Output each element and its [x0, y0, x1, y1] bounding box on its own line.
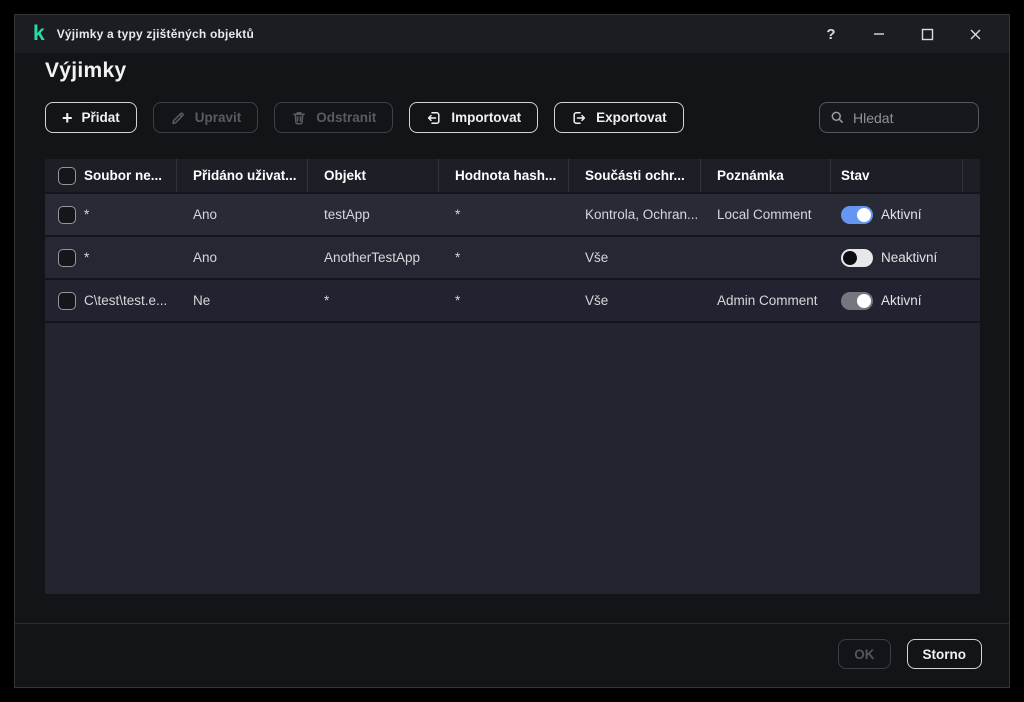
- trash-icon: [293, 111, 306, 124]
- close-icon: [970, 29, 980, 39]
- cell-hodnota: *: [455, 293, 461, 308]
- column-header-pridano: Přidáno uživat...: [177, 159, 308, 192]
- column-header-objekt: Objekt: [308, 159, 439, 192]
- import-button-label: Importovat: [451, 110, 522, 125]
- export-button[interactable]: Exportovat: [554, 102, 684, 133]
- table-row[interactable]: * Ano testApp * Kontrola, Ochran... Loca…: [45, 194, 980, 235]
- maximize-button[interactable]: [903, 15, 951, 53]
- column-header-soubor: Soubor ne...: [84, 168, 163, 183]
- status-toggle[interactable]: [841, 248, 873, 267]
- row-checkbox[interactable]: [58, 248, 76, 267]
- edit-button[interactable]: Upravit: [152, 102, 259, 133]
- title-bar: k Výjimky a typy zjištěných objektů ?: [15, 15, 1009, 53]
- footer-divider: [15, 623, 1009, 624]
- table-row[interactable]: C\test\test.e... Ne * * Vše Admin Commen…: [45, 280, 980, 321]
- help-icon: ?: [826, 25, 836, 43]
- column-header-hodnota: Hodnota hash...: [439, 159, 569, 192]
- table-header: Soubor ne... Přidáno uživat... Objekt Ho…: [45, 159, 980, 192]
- cell-soubor: *: [84, 250, 90, 265]
- cell-hodnota: *: [455, 207, 461, 222]
- edit-button-label: Upravit: [194, 110, 242, 125]
- page-title: Výjimky: [45, 59, 127, 82]
- window-title: Výjimky a typy zjištěných objektů: [56, 27, 255, 41]
- cell-objekt: AnotherTestApp: [324, 250, 421, 265]
- table-row[interactable]: * Ano AnotherTestApp * Vše Neaktivní: [45, 237, 980, 278]
- row-checkbox[interactable]: [58, 291, 76, 310]
- column-header-filler: [963, 159, 980, 192]
- toggle-knob: [857, 207, 871, 222]
- cell-poznamka: [701, 237, 831, 278]
- plus-icon: +: [62, 107, 73, 128]
- delete-button-label: Odstranit: [316, 110, 377, 125]
- cell-soubor: C\test\test.e...: [84, 293, 168, 308]
- minimize-button[interactable]: [855, 15, 903, 53]
- import-button[interactable]: Importovat: [409, 102, 539, 133]
- status-label: Aktivní: [881, 207, 922, 222]
- cell-poznamka: Admin Comment: [717, 293, 818, 308]
- minimize-icon: [874, 33, 884, 35]
- cell-pridano: Ne: [193, 293, 211, 308]
- column-header-poznamka: Poznámka: [701, 159, 831, 192]
- cell-hodnota: *: [455, 250, 461, 265]
- exceptions-table: Soubor ne... Přidáno uživat... Objekt Ho…: [45, 159, 980, 594]
- cell-pridano: Ano: [193, 250, 218, 265]
- cell-objekt: *: [324, 293, 330, 308]
- cell-soucasti: Vše: [585, 250, 609, 265]
- close-button[interactable]: [951, 15, 999, 53]
- search-box: [819, 102, 979, 133]
- ok-button[interactable]: OK: [838, 639, 891, 669]
- add-button[interactable]: + Přidat: [45, 102, 137, 133]
- status-label: Aktivní: [881, 293, 922, 308]
- cell-objekt: testApp: [324, 207, 370, 222]
- kaspersky-logo-icon: k: [33, 22, 45, 45]
- window-controls: ?: [807, 15, 999, 53]
- search-icon: [831, 111, 844, 124]
- row-checkbox[interactable]: [58, 205, 76, 224]
- cell-pridano: Ano: [193, 207, 218, 222]
- help-button[interactable]: ?: [807, 15, 855, 53]
- status-toggle[interactable]: [841, 291, 873, 310]
- cell-soucasti: Vše: [585, 293, 609, 308]
- select-all-checkbox[interactable]: [58, 166, 76, 185]
- cell-soucasti: Kontrola, Ochran...: [585, 207, 699, 222]
- add-button-label: Přidat: [81, 110, 120, 125]
- export-button-label: Exportovat: [596, 110, 667, 125]
- cell-soubor: *: [84, 207, 90, 222]
- footer: OK Storno: [838, 639, 982, 669]
- import-icon: [428, 111, 440, 124]
- app-window: k Výjimky a typy zjištěných objektů ? Vý…: [14, 14, 1010, 688]
- pencil-icon: [172, 112, 184, 124]
- column-header-soucasti: Součásti ochr...: [569, 159, 701, 192]
- search-input[interactable]: [853, 109, 968, 126]
- status-label: Neaktivní: [881, 250, 938, 265]
- delete-button[interactable]: Odstranit: [274, 102, 394, 133]
- export-icon: [573, 111, 586, 124]
- cancel-button[interactable]: Storno: [906, 639, 982, 669]
- maximize-icon: [921, 28, 933, 40]
- toggle-knob: [843, 250, 857, 265]
- toolbar: + Přidat Upravit Odstranit Importovat Ex…: [45, 102, 684, 133]
- column-header-stav: Stav: [831, 159, 963, 192]
- toggle-knob: [857, 293, 871, 308]
- cell-poznamka: Local Comment: [717, 207, 812, 222]
- table-empty-area: [45, 323, 980, 594]
- status-toggle[interactable]: [841, 205, 873, 224]
